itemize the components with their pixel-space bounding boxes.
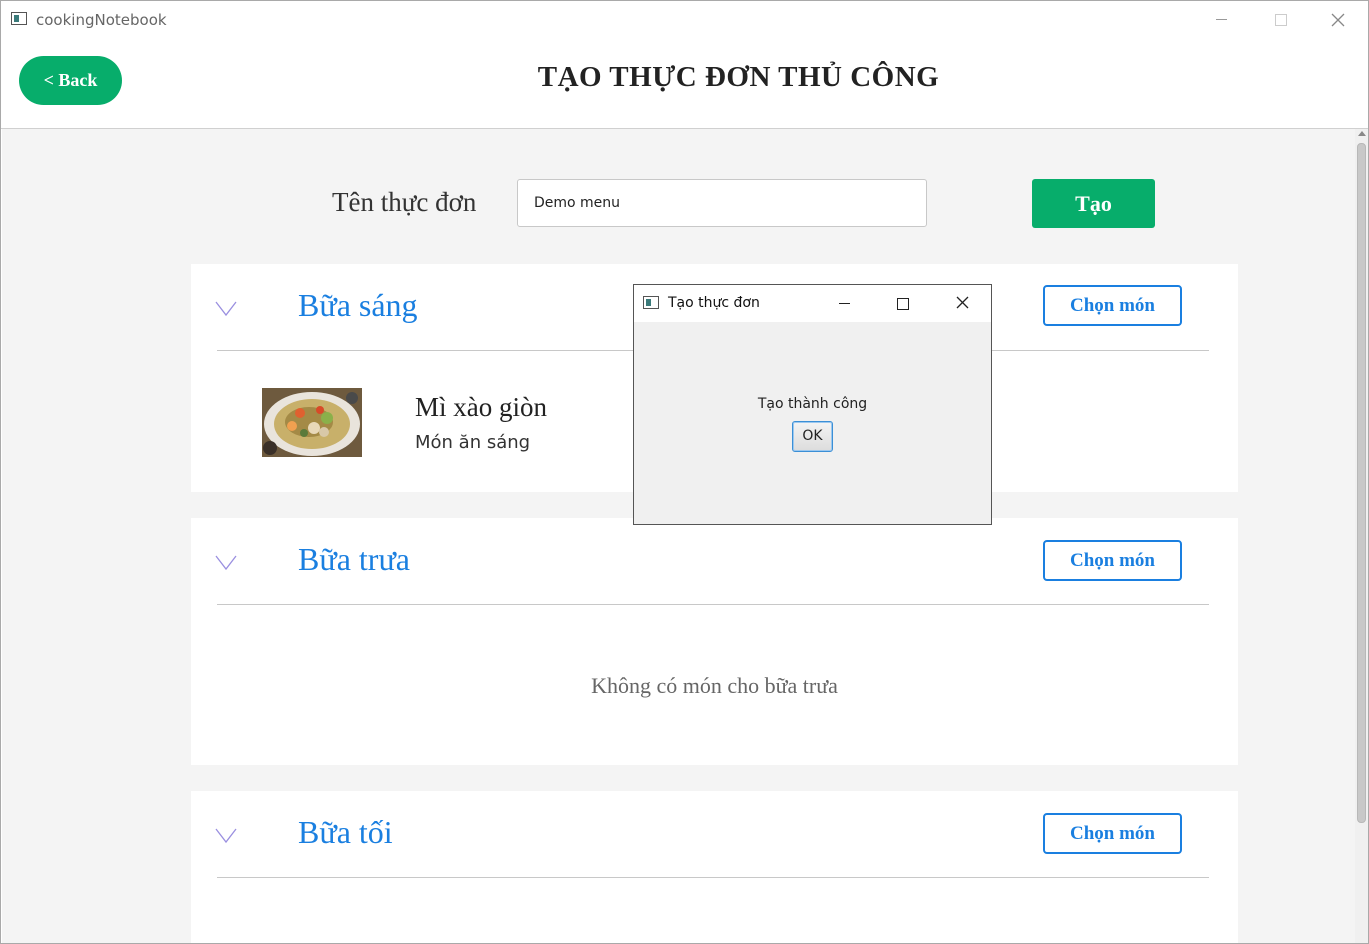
choose-dish-button-lunch[interactable]: Chọn món (1043, 540, 1182, 581)
scroll-up-arrow-icon[interactable] (1358, 131, 1366, 136)
meal-section-dinner: Bữa tối Chọn món (191, 791, 1238, 943)
close-icon (956, 296, 968, 309)
dish-name: Mì xào giòn (415, 392, 547, 422)
dish-category: Món ăn sáng (415, 432, 531, 453)
divider (217, 604, 1209, 605)
chevron-down-icon[interactable] (215, 297, 237, 319)
scroll-thumb[interactable] (1357, 143, 1366, 823)
create-button[interactable]: Tạo (1032, 179, 1155, 228)
success-dialog: Tạo thực đơn Tạo thành công OK (633, 284, 992, 525)
chevron-down-icon[interactable] (215, 824, 237, 846)
main-content: Tên thực đơn Demo menu Tạo Bữa sáng Chọn… (2, 129, 1355, 943)
meal-title-breakfast: Bữa sáng (298, 287, 418, 323)
divider (217, 877, 1209, 878)
dialog-titlebar: Tạo thực đơn (634, 285, 991, 322)
app-icon (11, 12, 27, 25)
close-button[interactable] (1315, 5, 1361, 35)
ok-button[interactable]: OK (792, 421, 833, 452)
window-titlebar: cookingNotebook (1, 1, 1368, 39)
dish-image (262, 388, 362, 457)
menu-name-input[interactable]: Demo menu (517, 179, 927, 227)
dialog-maximize-button[interactable] (888, 293, 918, 315)
back-button[interactable]: < Back (19, 56, 122, 105)
dialog-title: Tạo thực đơn (668, 295, 760, 311)
dialog-close-button[interactable] (947, 291, 977, 315)
meal-title-dinner: Bữa tối (298, 814, 393, 850)
window-title: cookingNotebook (36, 11, 167, 29)
choose-dish-button-dinner[interactable]: Chọn món (1043, 813, 1182, 854)
menu-name-label: Tên thực đơn (332, 187, 477, 217)
dialog-app-icon (643, 296, 659, 309)
page-title: TẠO THỰC ĐƠN THỦ CÔNG (537, 61, 940, 93)
app-window: cookingNotebook < Back TẠO THỰC ĐƠN THỦ … (0, 0, 1369, 944)
minimize-button[interactable] (1198, 5, 1244, 35)
dialog-message: Tạo thành công (757, 396, 868, 412)
meal-section-lunch: Bữa trưa Chọn món Không có món cho bữa t… (191, 518, 1238, 765)
empty-meal-message: Không có món cho bữa trưa (591, 673, 838, 698)
chevron-down-icon[interactable] (215, 551, 237, 573)
vertical-scrollbar[interactable] (1355, 129, 1368, 943)
dialog-minimize-button[interactable] (830, 293, 860, 315)
choose-dish-button-breakfast[interactable]: Chọn món (1043, 285, 1182, 326)
close-icon (1331, 13, 1345, 27)
maximize-button[interactable] (1257, 5, 1303, 35)
meal-title-lunch: Bữa trưa (298, 541, 410, 577)
page-header: < Back TẠO THỰC ĐƠN THỦ CÔNG (1, 39, 1368, 129)
